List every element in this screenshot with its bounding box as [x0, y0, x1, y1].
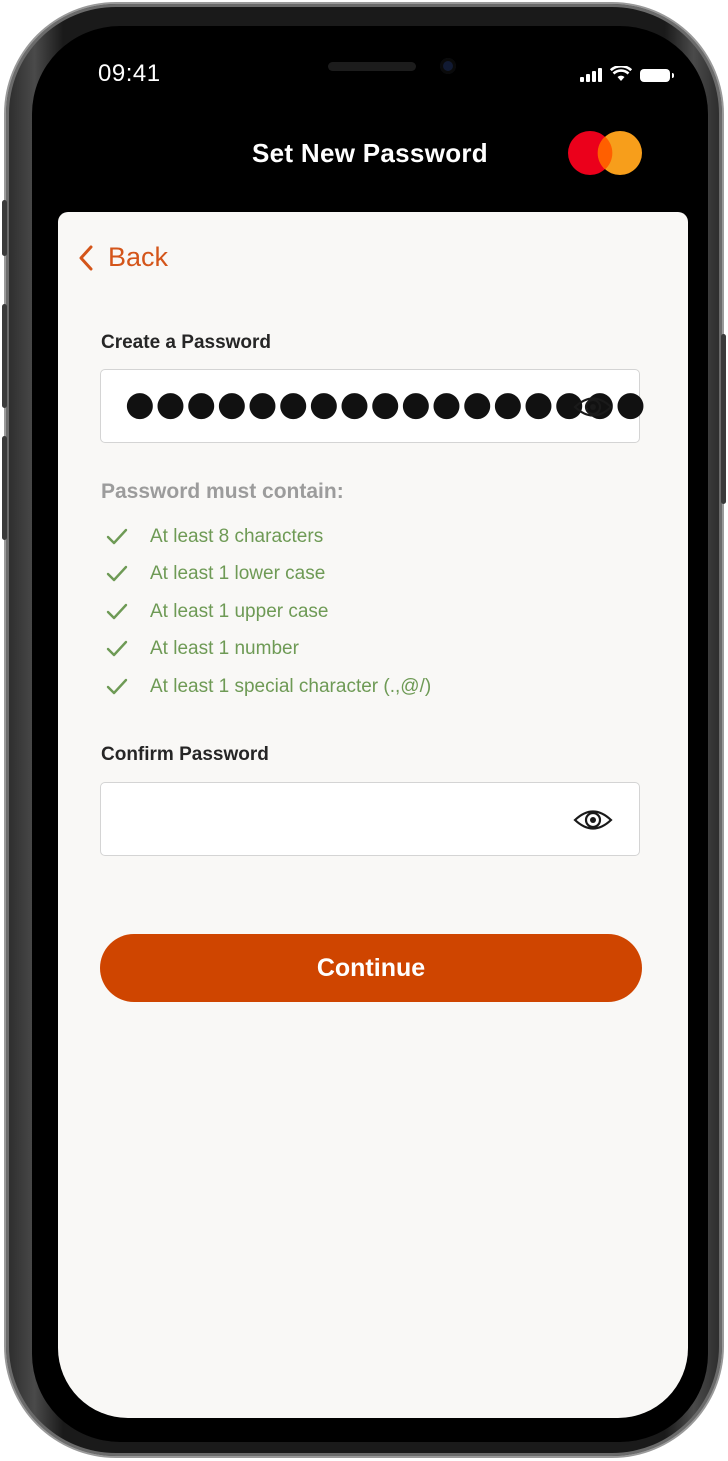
checkmark-icon — [106, 641, 128, 657]
requirement-item: At least 1 number — [106, 631, 431, 669]
back-button[interactable]: Back — [78, 242, 168, 273]
password-requirements-list: At least 8 characters At least 1 lower c… — [106, 518, 431, 706]
requirement-item: At least 1 special character (.,@/) — [106, 668, 431, 706]
requirement-text: At least 8 characters — [150, 525, 324, 547]
create-password-field[interactable]: ●●●●●●●●●●●●●●●●● — [100, 369, 645, 443]
power-button — [721, 334, 726, 504]
create-password-value: ●●●●●●●●●●●●●●●●● — [125, 384, 647, 424]
eye-icon[interactable] — [573, 394, 613, 420]
signal-icon — [580, 66, 602, 82]
checkmark-icon — [106, 566, 128, 582]
mastercard-logo-icon — [568, 131, 642, 175]
eye-icon[interactable] — [573, 807, 613, 833]
requirement-item: At least 1 upper case — [106, 593, 431, 631]
requirement-item: At least 1 lower case — [106, 556, 431, 594]
status-icons — [580, 66, 674, 82]
requirement-text: At least 1 number — [150, 638, 299, 660]
front-camera — [440, 58, 456, 74]
earpiece-speaker — [328, 62, 416, 71]
status-time: 09:41 — [98, 60, 161, 87]
content-card: Back Create a Password ●●●●●●●●●●●●●●●●●… — [58, 212, 688, 1418]
create-password-label: Create a Password — [101, 332, 272, 353]
mute-switch — [2, 200, 7, 256]
volume-up-button — [2, 304, 7, 408]
requirement-text: At least 1 special character (.,@/) — [150, 675, 432, 697]
wifi-icon — [610, 66, 632, 81]
requirement-text: At least 1 lower case — [150, 563, 326, 585]
checkmark-icon — [106, 678, 128, 694]
battery-icon — [640, 69, 674, 82]
screen: 09:41 Set New Password Back Create a Pas… — [32, 26, 708, 1442]
requirement-text: At least 1 upper case — [150, 600, 329, 622]
volume-down-button — [2, 436, 7, 540]
chevron-left-icon — [79, 245, 93, 270]
phone-frame: 09:41 Set New Password Back Create a Pas… — [2, 4, 726, 1456]
requirement-item: At least 8 characters — [106, 518, 431, 556]
checkmark-icon — [106, 528, 128, 544]
back-label: Back — [108, 242, 169, 272]
checkmark-icon — [106, 603, 128, 619]
password-requirements-title: Password must contain: — [101, 480, 344, 503]
confirm-password-field[interactable] — [100, 782, 640, 856]
continue-button[interactable]: Continue — [100, 934, 642, 1002]
confirm-password-label: Confirm Password — [101, 744, 269, 765]
